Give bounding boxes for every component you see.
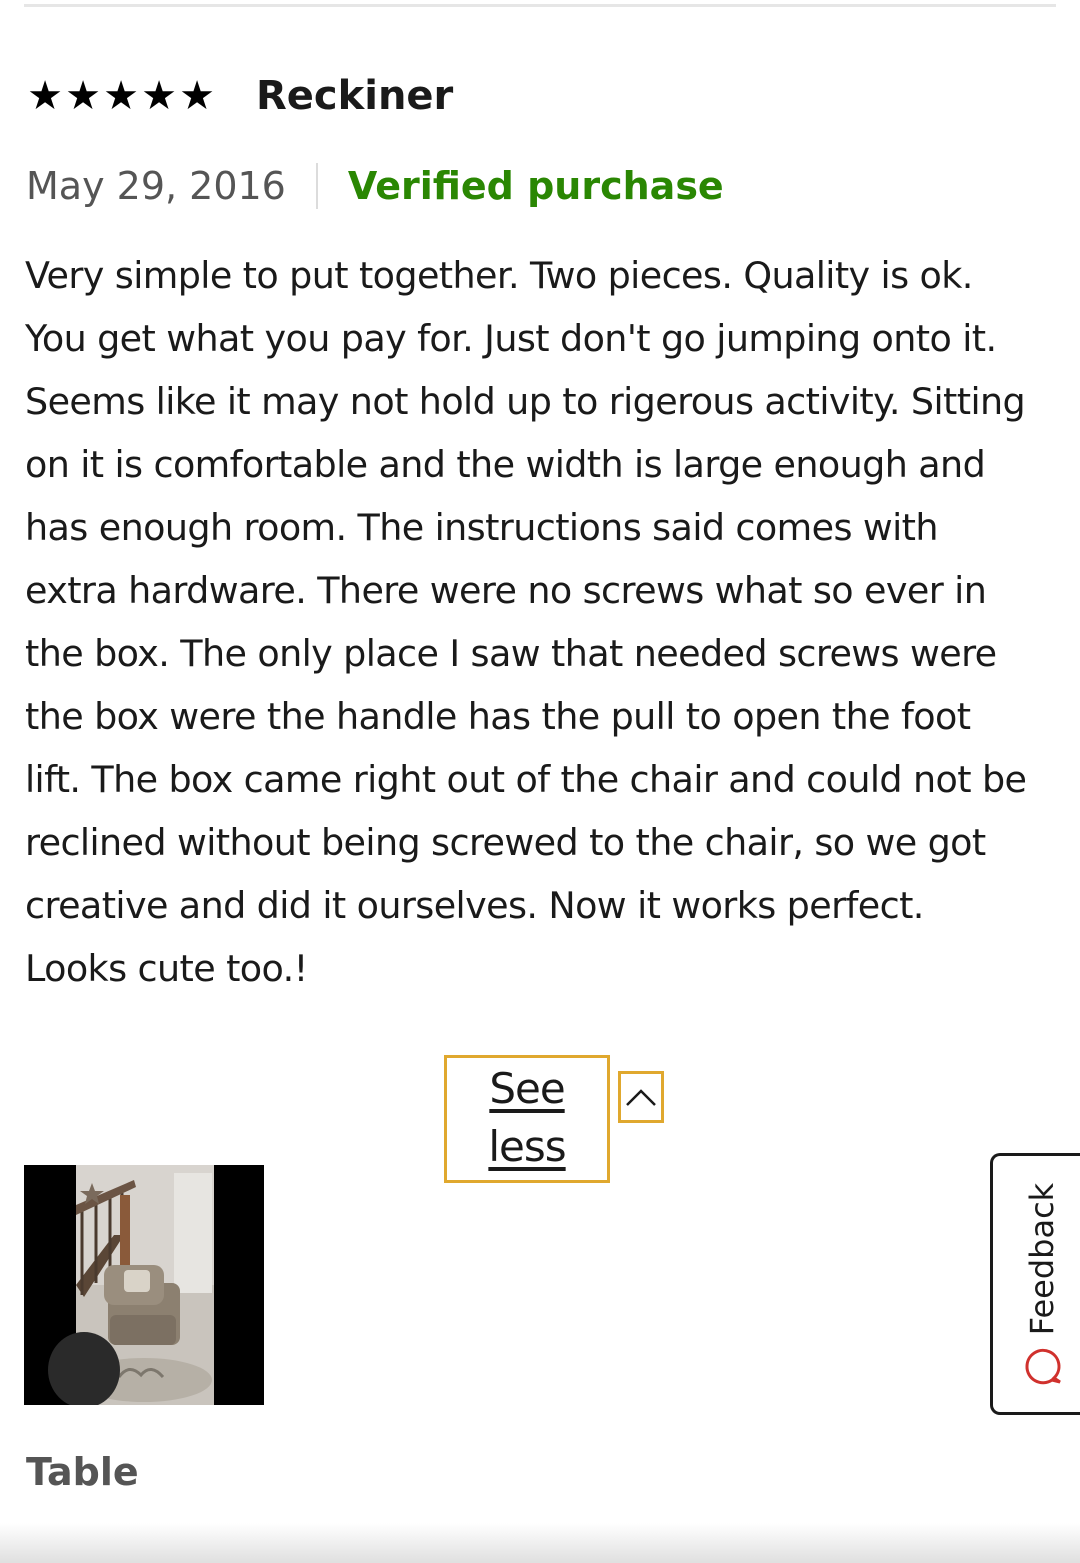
collapse-toggle-button[interactable] bbox=[618, 1071, 664, 1123]
see-less-control: See less bbox=[444, 1055, 664, 1183]
meta-divider bbox=[315, 163, 318, 209]
star-rating: ★ ★ ★ ★ ★ bbox=[26, 76, 216, 116]
feedback-tab[interactable]: Feedback bbox=[990, 1153, 1080, 1415]
review-date: May 29, 2016 bbox=[26, 164, 286, 208]
review-photo[interactable] bbox=[24, 1165, 264, 1405]
photo-caption: Table bbox=[26, 1450, 139, 1494]
star-icon: ★ bbox=[141, 73, 177, 119]
star-icon: ★ bbox=[103, 73, 139, 119]
see-less-button[interactable]: See less bbox=[444, 1055, 610, 1183]
review-title: Reckiner bbox=[256, 73, 454, 119]
star-icon: ★ bbox=[179, 73, 215, 119]
feedback-label-wrap: Feedback bbox=[1017, 1182, 1067, 1336]
verified-purchase-badge: Verified purchase bbox=[347, 164, 724, 208]
review-header: ★ ★ ★ ★ ★ Reckiner bbox=[26, 66, 453, 126]
top-divider bbox=[24, 4, 1056, 7]
review-meta: May 29, 2016 Verified purchase bbox=[26, 160, 724, 212]
chevron-up-icon bbox=[626, 1089, 656, 1106]
bottom-edge-shadow bbox=[0, 1523, 1080, 1563]
star-icon: ★ bbox=[65, 73, 101, 119]
review-body: Very simple to put together. Two pieces.… bbox=[25, 254, 1027, 990]
speech-bubble-icon bbox=[1025, 1348, 1061, 1385]
star-icon: ★ bbox=[27, 73, 63, 119]
feedback-label: Feedback bbox=[1023, 1182, 1062, 1336]
review-photo-thumbnail bbox=[24, 1165, 264, 1405]
